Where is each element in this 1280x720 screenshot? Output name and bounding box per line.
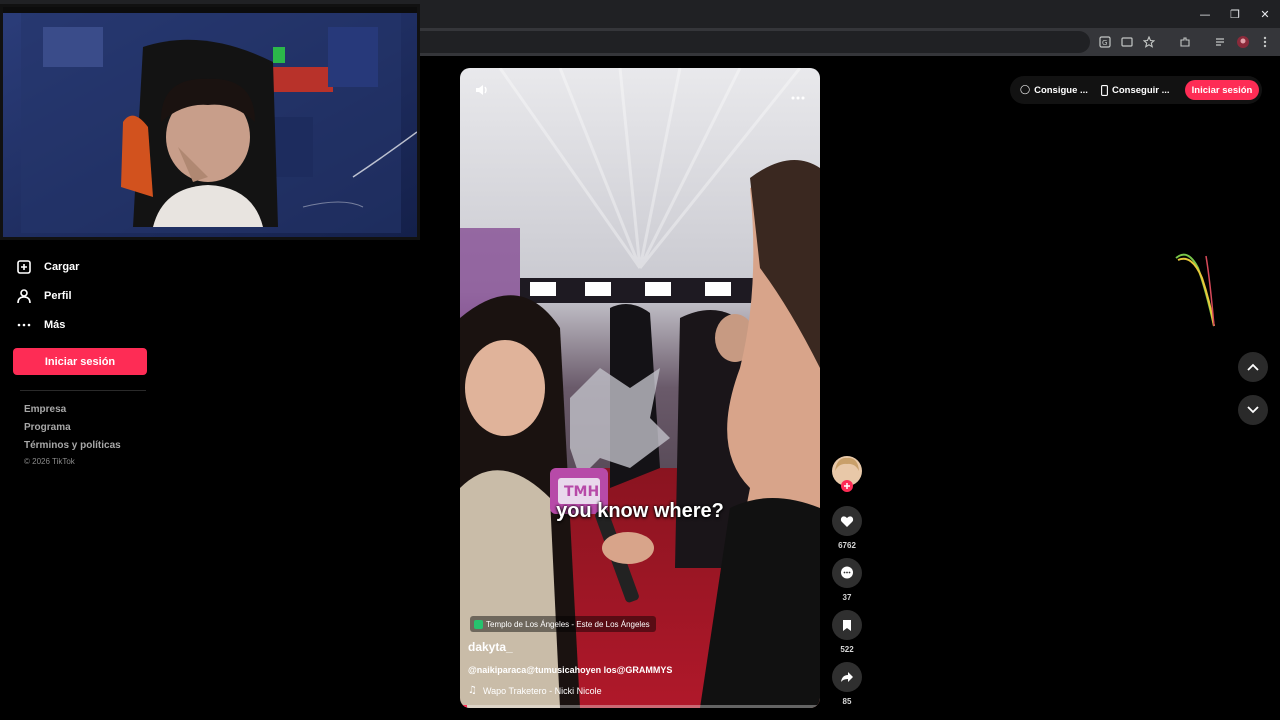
location-icon bbox=[474, 619, 483, 629]
footer-link-program[interactable]: Programa bbox=[24, 422, 71, 433]
footer-link-terms[interactable]: Términos y políticas bbox=[24, 440, 121, 451]
music-track[interactable]: ♫ Wapo Traketero - Nicki Nicole bbox=[468, 685, 602, 696]
comment-count: 37 bbox=[842, 593, 852, 602]
footer-link-company[interactable]: Empresa bbox=[24, 404, 66, 415]
close-icon[interactable]: ✕ bbox=[1250, 0, 1280, 28]
share-icon bbox=[832, 662, 862, 692]
avatar bbox=[832, 456, 862, 492]
video-player[interactable]: TMH you know where? Templo de Los Ángele… bbox=[460, 68, 820, 708]
webcam-overlay bbox=[0, 4, 420, 240]
comment-button[interactable]: 37 bbox=[831, 558, 863, 602]
get-app-button[interactable]: Conseguir ... bbox=[1101, 79, 1170, 101]
profile-icon bbox=[17, 289, 31, 304]
upload-icon bbox=[17, 260, 31, 274]
music-note-icon: ♫ bbox=[468, 685, 477, 696]
previous-video-button[interactable] bbox=[1238, 352, 1268, 382]
bookmark-star-icon[interactable] bbox=[1140, 33, 1158, 51]
chevron-down-icon bbox=[1247, 406, 1259, 414]
browser-toolbar-icons: G bbox=[1096, 28, 1274, 56]
sidebar-item-upload[interactable]: Cargar bbox=[16, 259, 79, 275]
video-more-options-icon[interactable] bbox=[791, 87, 805, 105]
sidebar-item-label: Cargar bbox=[44, 261, 80, 273]
video-description: @naikiparaca@tumusicahoyen los@GRAMMYS bbox=[468, 665, 673, 675]
restore-icon[interactable]: ❐ bbox=[1220, 0, 1250, 28]
svg-text:TMH: TMH bbox=[564, 484, 599, 500]
volume-icon[interactable] bbox=[474, 82, 490, 103]
sidebar-item-label: Perfil bbox=[44, 290, 72, 302]
video-author[interactable]: dakyta_ bbox=[468, 640, 513, 654]
creator-avatar[interactable] bbox=[831, 455, 863, 498]
video-progress-bar[interactable] bbox=[460, 705, 820, 708]
media-control-icon[interactable] bbox=[1212, 33, 1230, 51]
more-icon bbox=[17, 323, 31, 327]
translate-icon[interactable]: G bbox=[1096, 33, 1114, 51]
address-bar[interactable] bbox=[400, 31, 1090, 53]
bookmark-icon bbox=[832, 610, 862, 640]
video-progress-fill bbox=[460, 705, 468, 708]
cast-icon[interactable] bbox=[1118, 33, 1136, 51]
save-count: 522 bbox=[840, 645, 854, 654]
comment-icon bbox=[832, 558, 862, 588]
share-button[interactable]: 85 bbox=[831, 662, 863, 706]
video-frame: TMH bbox=[460, 68, 820, 708]
save-button[interactable]: 522 bbox=[831, 610, 863, 654]
get-coins-button[interactable]: ◯ Consigue ... bbox=[1020, 79, 1088, 101]
sidebar-item-label: Más bbox=[44, 319, 66, 331]
browser-menu-icon[interactable] bbox=[1256, 33, 1274, 51]
coin-icon: ◯ bbox=[1020, 85, 1031, 95]
location-label: Templo de Los Ángeles - Este de Los Ánge… bbox=[486, 619, 650, 629]
profile-avatar-icon[interactable] bbox=[1234, 33, 1252, 51]
music-track-label: Wapo Traketero - Nicki Nicole bbox=[482, 685, 602, 696]
sidebar-item-profile[interactable]: Perfil bbox=[16, 288, 72, 304]
video-caption-subtitle: you know where? bbox=[556, 500, 724, 522]
chevron-up-icon bbox=[1247, 363, 1259, 371]
minimize-icon[interactable]: — bbox=[1190, 0, 1220, 28]
like-count: 6762 bbox=[838, 541, 856, 550]
location-badge[interactable]: Templo de Los Ángeles - Este de Los Ánge… bbox=[470, 616, 656, 632]
copyright-text: © 2026 TikTok bbox=[24, 457, 75, 466]
share-count: 85 bbox=[842, 697, 852, 706]
firework-decoration bbox=[1175, 253, 1215, 327]
sidebar-divider bbox=[20, 390, 146, 391]
get-coins-label: Consigue ... bbox=[1034, 84, 1088, 96]
next-video-button[interactable] bbox=[1238, 395, 1268, 425]
webcam-image bbox=[3, 7, 417, 237]
sidebar-item-more[interactable]: Más bbox=[16, 317, 65, 333]
header-login-button[interactable]: Iniciar sesión bbox=[1185, 80, 1259, 100]
like-button[interactable]: 6762 bbox=[831, 506, 863, 550]
get-app-label: Conseguir ... bbox=[1112, 84, 1170, 96]
extensions-icon[interactable] bbox=[1176, 33, 1194, 51]
sidebar-login-button[interactable]: Iniciar sesión bbox=[13, 348, 147, 375]
svg-text:G: G bbox=[1102, 39, 1107, 47]
window-controls: — ❐ ✕ bbox=[1190, 0, 1280, 28]
heart-icon bbox=[832, 506, 862, 536]
phone-icon bbox=[1101, 84, 1108, 96]
